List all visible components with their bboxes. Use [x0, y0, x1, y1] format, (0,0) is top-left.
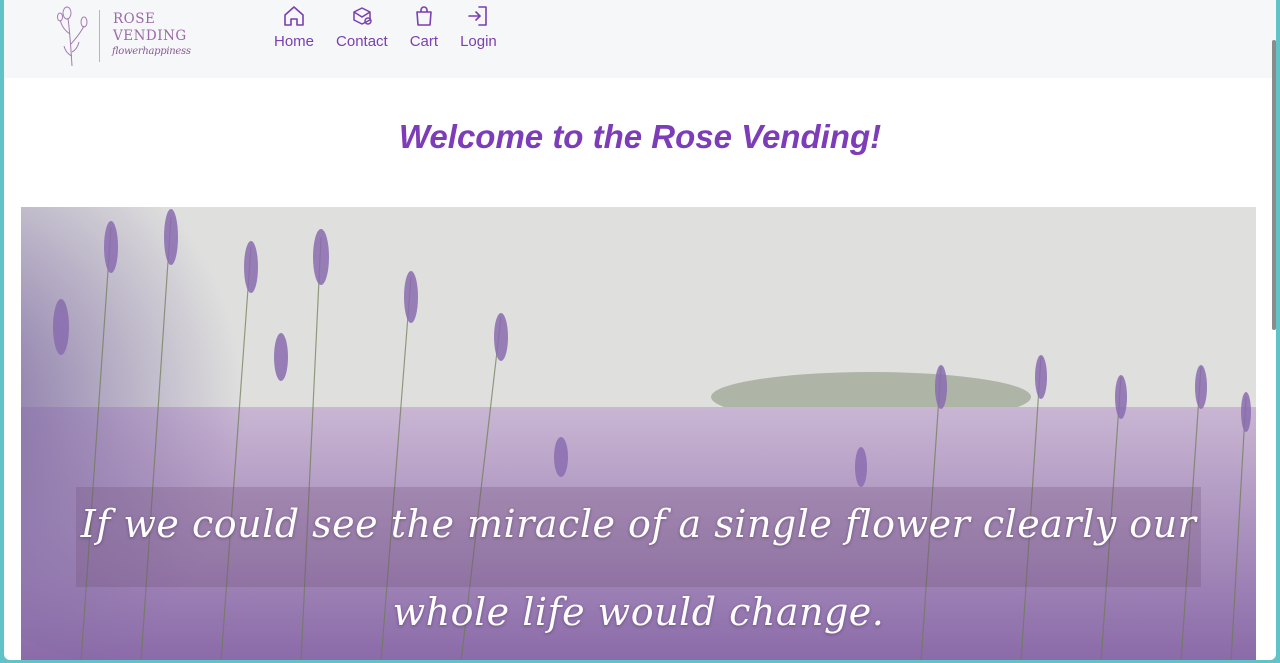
navbar: ROSE VENDING flowerhappiness Home Contac… — [4, 0, 1276, 78]
logo-divider — [99, 10, 100, 62]
hero-quote-line2: whole life would change. — [392, 590, 885, 634]
nav-home-label: Home — [274, 33, 315, 50]
nav-login[interactable]: Login — [460, 2, 497, 50]
nav-contact[interactable]: Contact — [336, 2, 388, 50]
contact-icon — [348, 2, 376, 30]
nav-cart[interactable]: Cart — [410, 2, 438, 50]
brand-logo[interactable]: ROSE VENDING flowerhappiness — [54, 4, 214, 68]
nav-contact-label: Contact — [336, 33, 388, 50]
flower-logo-icon — [57, 6, 88, 67]
brand-name-line1: ROSE — [113, 11, 156, 27]
main-nav: Home Contact Cart Login — [274, 2, 519, 50]
nav-cart-label: Cart — [409, 33, 439, 50]
hero-quote-line1: If we could see the miracle of a single … — [80, 502, 1197, 546]
home-icon — [280, 2, 308, 30]
cart-icon — [410, 2, 438, 30]
hero-banner: If we could see the miracle of a single … — [21, 207, 1256, 660]
nav-home[interactable]: Home — [274, 2, 314, 50]
nav-login-label: Login — [460, 33, 497, 50]
app-window: ROSE VENDING flowerhappiness Home Contac… — [4, 0, 1276, 660]
brand-name-line2: VENDING — [113, 28, 187, 44]
brand-tagline: flowerhappiness — [112, 46, 191, 57]
page-title: Welcome to the Rose Vending! — [398, 118, 882, 155]
login-icon — [464, 2, 492, 30]
page-scrollbar[interactable] — [1272, 40, 1276, 330]
